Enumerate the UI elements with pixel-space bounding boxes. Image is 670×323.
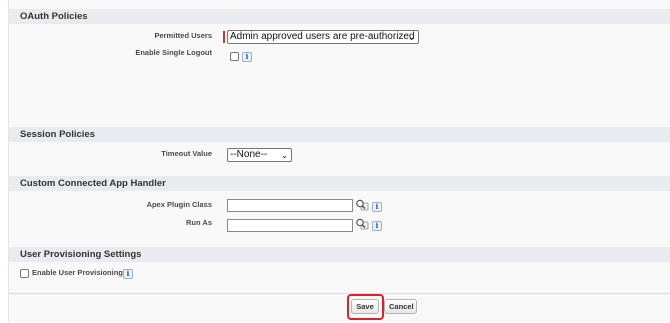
run-as-label: Run As [186,218,212,227]
timeout-value-select[interactable]: --None-- ⌄ [227,148,292,162]
timeout-selected-value: --None-- [230,149,268,160]
button-footer [9,293,670,323]
chevron-down-icon: ⌄ [408,33,415,42]
section-header-custom-handler: Custom Connected App Handler [9,176,670,191]
info-icon[interactable]: i [372,221,382,231]
permitted-users-selected-value: Admin approved users are pre-authorized [230,31,415,42]
info-icon[interactable]: i [242,52,252,62]
cancel-button[interactable]: Cancel [384,299,417,314]
permitted-users-select[interactable]: Admin approved users are pre-authorized … [227,30,419,44]
lookup-magnifier-icon[interactable] [355,218,369,230]
run-as-input[interactable] [227,219,353,232]
apex-plugin-class-label: Apex Plugin Class [146,200,212,209]
lookup-magnifier-icon[interactable] [355,199,369,211]
required-indicator [223,31,225,43]
section-header-user-provisioning: User Provisioning Settings [9,247,670,262]
info-icon[interactable]: i [123,269,133,279]
enable-single-logout-label: Enable Single Logout [135,48,212,57]
enable-single-logout-checkbox[interactable] [230,52,239,61]
timeout-value-label: Timeout Value [161,149,212,158]
info-icon[interactable]: i [372,202,382,212]
enable-user-provisioning-checkbox[interactable] [20,269,29,278]
connected-app-edit-page: OAuth Policies Permitted Users Admin app… [8,0,670,322]
apex-plugin-class-input[interactable] [227,199,353,212]
chevron-down-icon: ⌄ [281,151,288,160]
section-header-oauth-policies: OAuth Policies [9,9,670,24]
section-header-session-policies: Session Policies [9,127,670,142]
permitted-users-label: Permitted Users [154,31,212,40]
save-button[interactable]: Save [351,299,379,314]
enable-user-provisioning-label: Enable User Provisioning [32,268,123,277]
